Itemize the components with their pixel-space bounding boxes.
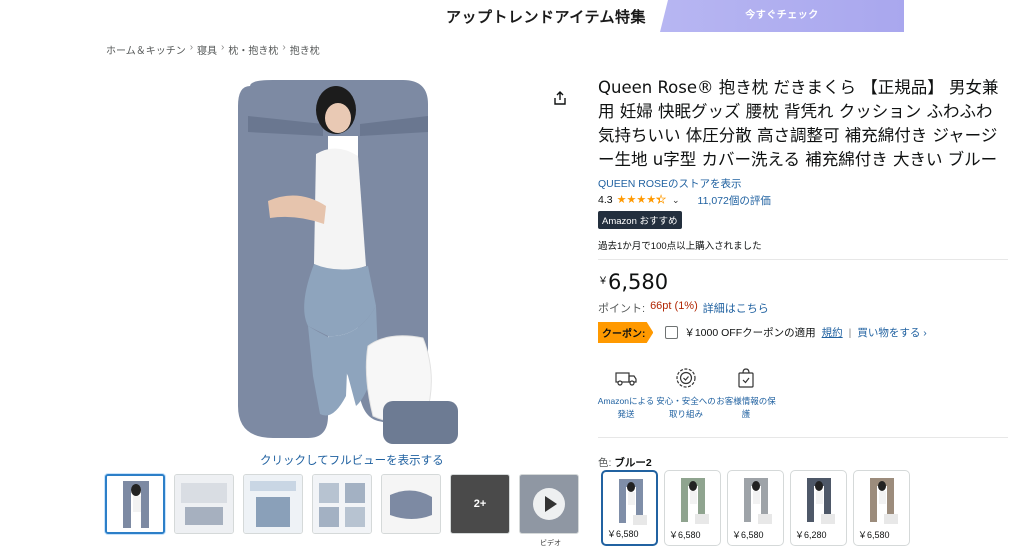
chevron-down-icon[interactable]: ⌄ [672,195,680,206]
rating-row: 4.3 ★ ★ ★ ★ ★ ⌄ 11,072個の評価 [598,193,1008,207]
rating-value: 4.3 [598,194,613,206]
shield-badge-icon [676,368,696,388]
variant-price: ￥6,580 [858,530,890,540]
banner-cta-button[interactable]: 今すぐチェック [660,0,904,32]
breadcrumb-separator: › [221,42,225,53]
variant-price: ￥6,280 [795,530,827,540]
coupon-row: クーポン: ￥1000 OFFクーポンの適用 規約 | 買い物をする › [598,322,1008,343]
breadcrumb-item-bedding[interactable]: 寝具 [197,42,217,57]
rating-count-link[interactable]: 11,072個の評価 [698,193,771,208]
variant-image [807,478,835,524]
feature-label: お客様情報の保護 [716,396,776,419]
breadcrumb-item-pillows[interactable]: 枕・抱き枕 [228,42,278,57]
points-details-link[interactable]: 詳細はこちら [703,300,769,316]
variant-price: ￥6,580 [669,530,701,540]
points-label: ポイント: [598,303,646,315]
feature-label: Amazonによる発送 [597,396,655,419]
breadcrumb: ホーム＆キッチン › 寝具 › 枕・抱き枕 › 抱き枕 [106,42,320,57]
thumbnail-1[interactable] [105,474,165,534]
feature-shipped-by-amazon[interactable]: Amazonによる発送 [596,366,656,421]
feature-label: 安心・安全への取り組み [656,396,716,419]
product-title: Queen Rose® 抱き枕 だきまくら 【正規品】 男女兼用 妊婦 快眠グッ… [598,78,999,169]
star-rating[interactable]: ★ ★ ★ ★ ★ [616,193,667,206]
feature-icons: Amazonによる発送 安心・安全への取り組み お客様情報の保護 [596,366,776,421]
color-value: ブルー2 [614,457,652,469]
breadcrumb-item-body-pillow[interactable]: 抱き枕 [290,42,320,57]
variant-option-5[interactable]: ￥6,580 [853,470,910,546]
star-icon: ★ [646,193,657,206]
banner-title: アップトレンドアイテム特集 [446,8,647,26]
price-currency: ￥ [598,276,608,287]
promo-banner: アップトレンドアイテム特集 今すぐチェック [0,0,1024,32]
coupon-checkbox[interactable] [665,326,679,339]
coupon-separator: | [848,326,852,339]
store-link[interactable]: QUEEN ROSEのストアを表示 [598,176,1008,191]
thumbnail-3[interactable] [243,474,303,534]
full-view-link[interactable]: クリックしてフルビューを表示する [260,452,444,468]
variant-option-1[interactable]: ￥6,580 [601,470,658,546]
breadcrumb-separator: › [189,42,194,53]
thumbnail-more-button[interactable]: 2+ [450,474,510,534]
variant-option-4[interactable]: ￥6,280 [790,470,847,546]
breadcrumb-item-home-kitchen[interactable]: ホーム＆キッチン [106,42,186,57]
coupon-badge: クーポン: [598,322,654,343]
variant-image [744,478,772,524]
thumbnail-2[interactable] [174,474,234,534]
truck-icon [615,372,637,386]
variant-image [870,478,898,524]
points-value: 66pt (1%) [650,300,698,312]
thumbnail-more-count: 2+ [473,498,487,510]
variant-option-3[interactable]: ￥6,580 [727,470,784,546]
main-product-image[interactable] [228,76,458,444]
variant-price: ￥6,580 [732,530,764,540]
star-icon: ★ [626,193,637,206]
star-icon: ★ [616,193,627,206]
thumbnail-5[interactable] [381,474,441,534]
star-icon: ★ [636,193,647,206]
breadcrumb-separator: › [282,42,286,53]
coupon-terms-link[interactable]: 規約 [822,325,843,340]
thumbnail-strip: 2+ [105,474,579,534]
secure-bag-icon [738,368,754,388]
bought-recently-text: 過去1か月で100点以上購入されました [598,241,762,252]
variant-image [619,479,647,525]
thumbnail-4[interactable] [312,474,372,534]
share-icon[interactable] [552,90,568,106]
price-value: 6,580 [608,270,669,294]
color-variants: ￥6,580 ￥6,580 ￥6,580 ￥6,280 ￥6,580 [601,470,910,546]
product-info: Queen Rose® 抱き枕 だきまくら 【正規品】 男女兼用 妊婦 快眠グッ… [598,76,1008,343]
coupon-text: ￥1000 OFFクーポンの適用 [684,327,816,339]
video-label: ビデオ [540,540,561,547]
divider [598,437,1008,438]
variant-price: ￥6,580 [607,529,639,539]
feature-privacy[interactable]: お客様情報の保護 [716,366,776,421]
color-key: 色: [598,457,612,469]
variant-option-2[interactable]: ￥6,580 [664,470,721,546]
color-selector-label: 色: ブルー2 [598,455,652,470]
points-row: ポイント: 66pt (1%) 詳細はこちら [598,300,1008,316]
thumbnail-video[interactable] [519,474,579,534]
half-star-icon: ★ [656,193,666,206]
coupon-shop-link[interactable]: 買い物をする › [857,325,926,340]
price: ￥ 6,580 [598,270,1008,294]
variant-image [681,478,709,524]
amazon-choice-badge: Amazon おすすめ [598,211,682,229]
feature-safety[interactable]: 安心・安全への取り組み [656,366,716,421]
divider [598,259,1008,260]
